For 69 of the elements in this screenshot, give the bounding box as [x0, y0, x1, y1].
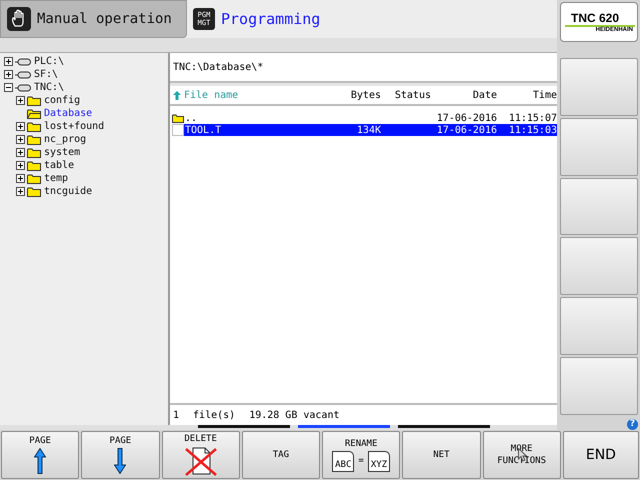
- tree-item[interactable]: temp: [43, 173, 68, 184]
- softkey[interactable]: PAGE: [81, 431, 160, 479]
- drive-icon: [15, 70, 31, 78]
- path-field: TNC:\Database\*: [170, 53, 557, 83]
- softkey[interactable]: DELETE: [162, 431, 240, 479]
- tree-item[interactable]: Database: [43, 108, 92, 119]
- down-arrow-icon: [114, 448, 126, 474]
- softkey[interactable]: [560, 357, 638, 415]
- file-row[interactable]: TOOL.T 134K 17-06-2016 11:15:03: [184, 124, 557, 136]
- softkey[interactable]: END: [562, 431, 640, 479]
- tree-item[interactable]: system: [43, 147, 80, 158]
- softkey[interactable]: [560, 178, 638, 236]
- tree-item[interactable]: TNC:\: [33, 82, 64, 93]
- expander-icon[interactable]: [4, 83, 13, 92]
- expander-icon[interactable]: [4, 57, 13, 66]
- tree-item[interactable]: table: [43, 160, 74, 171]
- model-label: TNC 620: [565, 10, 635, 27]
- column-header[interactable]: Time: [497, 90, 557, 100]
- tree-item[interactable]: lost+found: [43, 121, 104, 132]
- sort-arrow-icon[interactable]: [173, 90, 181, 100]
- expander-icon[interactable]: [16, 122, 25, 131]
- column-header[interactable]: Bytes: [341, 90, 381, 100]
- softkey[interactable]: TAG: [242, 431, 320, 479]
- tree-item[interactable]: config: [43, 95, 80, 106]
- document-icon: ABC: [332, 450, 354, 472]
- expander-icon[interactable]: [4, 70, 13, 79]
- hand-icon: [7, 7, 31, 31]
- help-icon[interactable]: ?: [627, 418, 638, 430]
- folder-icon: [27, 96, 41, 106]
- delete-file-icon: [182, 446, 219, 476]
- expander-icon[interactable]: [16, 148, 25, 157]
- mode-label: Programming: [221, 10, 320, 28]
- tree-item[interactable]: SF:\: [33, 69, 58, 80]
- mode-label: Manual operation: [37, 11, 172, 27]
- softkey[interactable]: NET: [402, 431, 480, 479]
- file-count: 1: [173, 410, 180, 420]
- softkey[interactable]: MORE FUNCTIONS: [482, 431, 561, 479]
- softkey[interactable]: [560, 297, 638, 356]
- up-arrow-icon: [34, 448, 46, 474]
- softkey[interactable]: PAGE: [1, 431, 80, 479]
- file-unit: file(s): [193, 410, 236, 420]
- document-icon: XYZ: [368, 450, 390, 472]
- file-row[interactable]: .. 17-06-2016 11:15:07: [184, 112, 557, 124]
- folder-icon: [27, 148, 41, 158]
- expander-icon[interactable]: [16, 135, 25, 144]
- equals-label: =: [358, 456, 364, 466]
- open-folder-icon: [27, 108, 41, 118]
- softkey[interactable]: [560, 237, 638, 296]
- column-header[interactable]: Status: [381, 90, 431, 100]
- tree-item[interactable]: PLC:\: [33, 56, 64, 67]
- drive-icon: [15, 58, 31, 66]
- tree-item[interactable]: nc_prog: [43, 134, 86, 145]
- softkey[interactable]: [560, 58, 638, 116]
- drive-icon: [15, 84, 31, 92]
- folder-icon: [27, 134, 41, 144]
- expander-icon[interactable]: [16, 96, 25, 105]
- softkey[interactable]: [560, 118, 638, 176]
- softkey[interactable]: RENAME ABC = XYZ: [322, 431, 400, 479]
- folder-icon: [27, 122, 41, 132]
- expander-icon[interactable]: [16, 161, 25, 170]
- expander-icon[interactable]: [16, 174, 25, 183]
- folder-icon: [27, 186, 41, 196]
- column-header[interactable]: Date: [431, 90, 497, 100]
- folder-icon: [172, 114, 184, 122]
- free-space: 19.28 GB vacant: [249, 410, 340, 420]
- expander-icon[interactable]: [16, 187, 25, 196]
- folder-icon: [27, 160, 41, 170]
- folder-icon: [27, 174, 41, 184]
- tree-item[interactable]: tncguide: [43, 186, 92, 197]
